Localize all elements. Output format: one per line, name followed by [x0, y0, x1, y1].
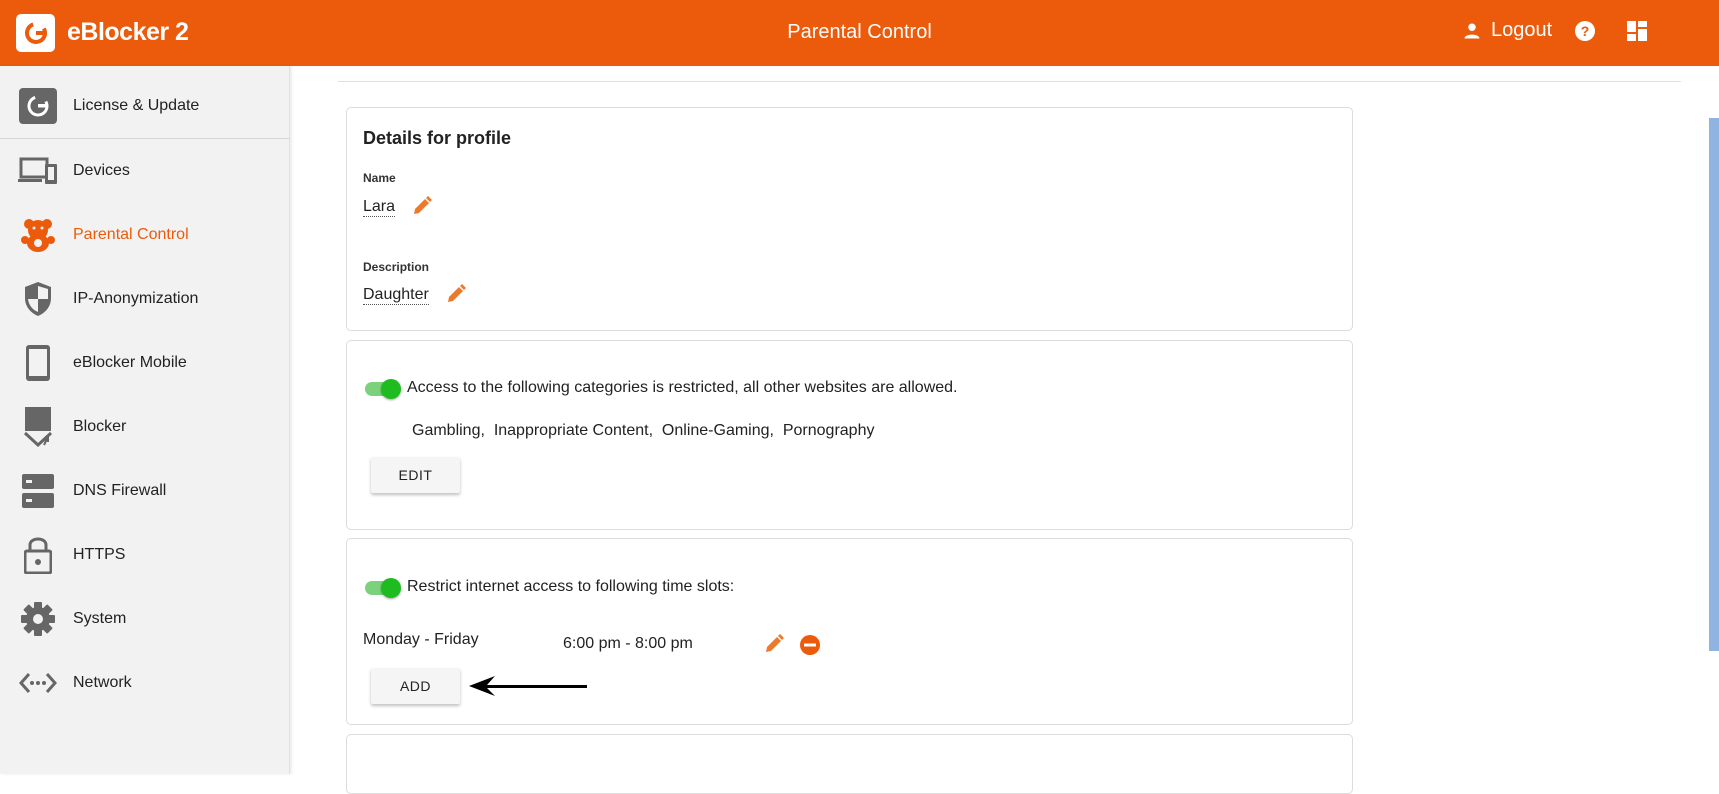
- logout-button[interactable]: Logout: [1463, 19, 1552, 42]
- sidebar-item-parental-control[interactable]: Parental Control: [0, 205, 290, 265]
- time-slot-days: Monday - Friday: [363, 631, 479, 648]
- devices-icon: [18, 153, 58, 189]
- sidebar-item-license-update[interactable]: License & Update: [0, 76, 290, 136]
- shield-icon: [18, 281, 58, 317]
- sidebar-item-label: System: [73, 610, 127, 627]
- dashboard-icon[interactable]: [1627, 21, 1647, 46]
- logout-label: Logout: [1491, 19, 1553, 41]
- sidebar-item-dns-firewall[interactable]: DNS Firewall: [0, 461, 290, 521]
- sidebar-item-label: Blocker: [73, 418, 127, 435]
- sidebar-item-label: eBlocker Mobile: [73, 354, 187, 371]
- dns-icon: [18, 473, 58, 509]
- sidebar-item-eblocker-mobile[interactable]: eBlocker Mobile: [0, 333, 290, 393]
- lock-icon: [18, 537, 58, 574]
- svg-text:?: ?: [1581, 23, 1590, 39]
- phone-icon: [18, 345, 58, 381]
- edit-description-pencil-icon[interactable]: [446, 284, 466, 309]
- description-label: Description: [363, 260, 430, 274]
- edit-name-pencil-icon[interactable]: [412, 196, 432, 221]
- sidebar-item-devices[interactable]: Devices: [0, 141, 290, 201]
- sidebar-item-label: HTTPS: [73, 546, 126, 563]
- sidebar-item-ip-anonymization[interactable]: IP-Anonymization: [0, 269, 290, 329]
- top-bar: eBlocker 2 Parental Control Logout ?: [0, 0, 1719, 66]
- remove-time-slot-icon[interactable]: [800, 635, 820, 660]
- sidebar-item-label: Parental Control: [73, 226, 189, 243]
- sidebar-item-label: Devices: [73, 162, 130, 179]
- restricted-categories-list: Gambling, Inappropriate Content, Online-…: [412, 422, 875, 439]
- sidebar-item-label: IP-Anonymization: [73, 290, 199, 307]
- edit-time-slot-pencil-icon[interactable]: [764, 634, 784, 659]
- profile-description-value[interactable]: Daughter: [363, 286, 429, 305]
- sidebar-item-label: License & Update: [73, 97, 200, 114]
- content-divider: [338, 81, 1681, 82]
- time-slot-hours: 6:00 pm - 8:00 pm: [563, 635, 693, 652]
- user-icon: [1464, 23, 1480, 38]
- edit-categories-button[interactable]: EDIT: [371, 457, 460, 493]
- profile-details-card: Details for profile Name Lara Descriptio…: [346, 107, 1353, 331]
- gear-icon: [18, 601, 58, 637]
- license-update-icon: [18, 88, 58, 124]
- teddy-bear-icon: [18, 217, 58, 253]
- next-settings-card: [346, 734, 1353, 794]
- arrow-left-icon: [469, 675, 589, 702]
- category-restriction-toggle[interactable]: [365, 378, 401, 399]
- sidebar-item-network[interactable]: Network: [0, 653, 290, 713]
- sidebar-item-blocker[interactable]: Blocker: [0, 397, 290, 457]
- sidebar-divider: [0, 138, 290, 139]
- category-restriction-text: Access to the following categories is re…: [407, 379, 958, 396]
- network-icon: [18, 665, 58, 701]
- vertical-scrollbar[interactable]: [1709, 118, 1719, 651]
- sidebar-item-label: DNS Firewall: [73, 482, 167, 499]
- time-restriction-text: Restrict internet access to following ti…: [407, 578, 735, 595]
- sidebar: License & Update Devices Parental Contro…: [0, 66, 290, 774]
- sidebar-item-label: Network: [73, 674, 132, 691]
- name-label: Name: [363, 171, 396, 185]
- time-restriction-toggle[interactable]: [365, 577, 401, 598]
- add-time-slot-button[interactable]: ADD: [371, 668, 460, 704]
- sidebar-item-system[interactable]: System: [0, 589, 290, 649]
- time-restriction-card: Restrict internet access to following ti…: [346, 538, 1353, 725]
- blocker-icon: [18, 407, 58, 447]
- profile-name-value[interactable]: Lara: [363, 198, 396, 217]
- page-title: Parental Control: [787, 21, 932, 43]
- sidebar-item-https[interactable]: HTTPS: [0, 525, 290, 585]
- card-title: Details for profile: [363, 128, 512, 148]
- category-restriction-card: Access to the following categories is re…: [346, 340, 1353, 530]
- help-circle-icon[interactable]: ?: [1574, 20, 1596, 47]
